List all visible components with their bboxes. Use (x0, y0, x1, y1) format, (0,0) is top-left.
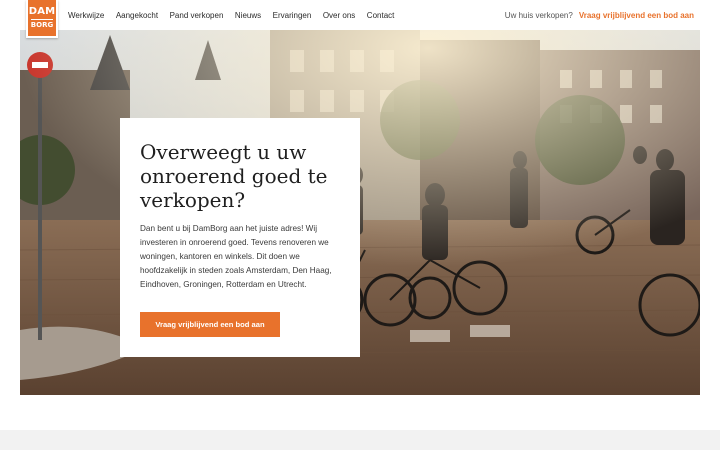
site-header: DAM BORG Werkwijze Aangekocht Pand verko… (0, 0, 720, 38)
page: DAM BORG Werkwijze Aangekocht Pand verko… (0, 0, 720, 450)
logo-text-dam: DAM (28, 6, 56, 17)
sell-question: Uw huis verkopen? (504, 10, 573, 20)
nav-item-nieuws[interactable]: Nieuws (235, 11, 261, 20)
header-actions: Uw huis verkopen? Vraag vrijblijvend een… (505, 0, 694, 30)
hero-section: Overweegt u uw onroerend goed te verkope… (20, 30, 700, 395)
hero-title: Overweegt u uw onroerend goed te verkope… (140, 140, 328, 212)
header-offer-link[interactable]: Vraag vrijblijvend een bod aan (579, 11, 694, 20)
damborg-logo[interactable]: DAM BORG (26, 0, 58, 38)
nav-item-werkwijze[interactable]: Werkwijze (68, 11, 104, 20)
request-offer-button[interactable]: Vraag vrijblijvend een bod aan (140, 312, 280, 337)
nav-item-over-ons[interactable]: Over ons (323, 11, 355, 20)
nav-item-contact[interactable]: Contact (367, 11, 395, 20)
hero-description: Dan bent u bij DamBorg aan het juiste ad… (140, 224, 332, 289)
nav-item-aangekocht[interactable]: Aangekocht (116, 11, 158, 20)
nav-item-ervaringen[interactable]: Ervaringen (273, 11, 312, 20)
main-nav: Werkwijze Aangekocht Pand verkopen Nieuw… (68, 0, 406, 30)
hero-card: Overweegt u uw onroerend goed te verkope… (120, 118, 360, 357)
nav-item-pand-verkopen[interactable]: Pand verkopen (170, 11, 224, 20)
logo-text-borg: BORG (30, 19, 54, 29)
next-section-band (0, 430, 720, 450)
